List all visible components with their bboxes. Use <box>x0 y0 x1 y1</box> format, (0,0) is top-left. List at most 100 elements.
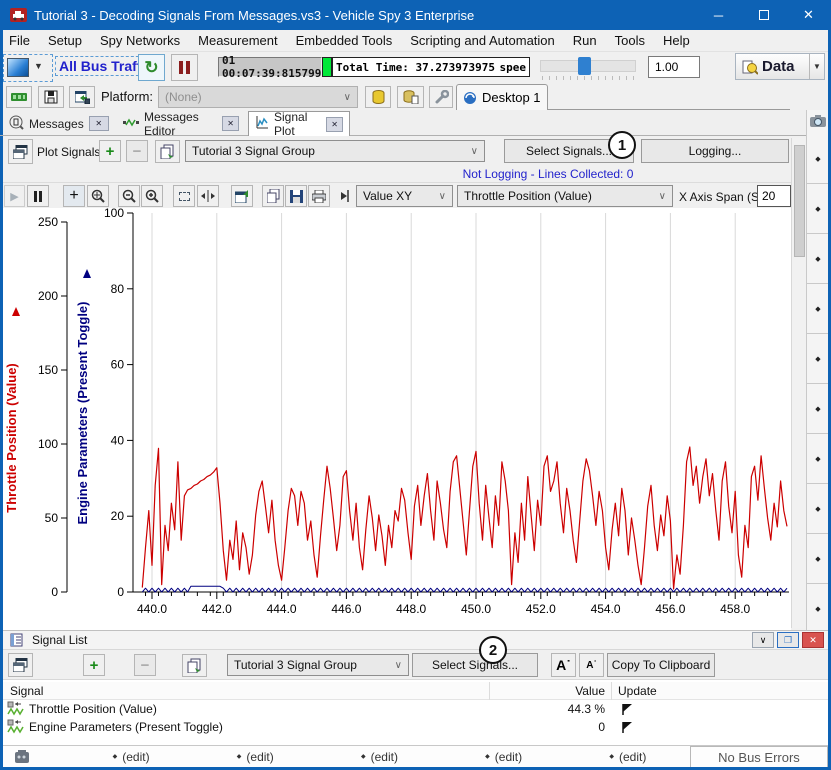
signal-row[interactable]: Throttle Position (Value)44.3 % <box>3 700 828 718</box>
minimize-button[interactable]: ─ <box>696 0 741 30</box>
copy-group-button[interactable] <box>155 140 180 163</box>
menu-item-file[interactable]: File <box>0 30 39 51</box>
update-flag-icon[interactable] <box>620 702 633 719</box>
add-plot-button[interactable]: + <box>99 140 121 162</box>
menu-item-spy-networks[interactable]: Spy Networks <box>91 30 189 51</box>
menu-item-help[interactable]: Help <box>654 30 699 51</box>
marker-button[interactable] <box>337 189 351 207</box>
database-button[interactable] <box>365 86 391 108</box>
copy-group-button[interactable] <box>182 654 207 677</box>
column-header-update[interactable]: Update <box>618 684 657 698</box>
cursor-crosshair-button[interactable]: + <box>63 185 85 207</box>
pause-button[interactable] <box>171 54 198 81</box>
dock-panel-handle[interactable]: ◆ <box>807 534 829 584</box>
list-group-select[interactable]: Tutorial 3 Signal Group ∨ <box>227 654 409 676</box>
hardware-button[interactable] <box>6 86 32 108</box>
menu-item-measurement[interactable]: Measurement <box>189 30 286 51</box>
zoom-select-button[interactable] <box>87 185 109 207</box>
column-header-value[interactable]: Value <box>489 684 605 698</box>
list-windows-button[interactable] <box>8 653 33 677</box>
menu-item-run[interactable]: Run <box>564 30 606 51</box>
svg-text:448.0: 448.0 <box>396 602 426 616</box>
status-edit-item[interactable]: ◆(edit) <box>485 750 522 764</box>
plot-mode-select[interactable]: Value XY ∨ <box>356 185 453 207</box>
menu-item-embedded-tools[interactable]: Embedded Tools <box>287 30 402 51</box>
status-edit-item[interactable]: ◆(edit) <box>113 750 150 764</box>
plot-properties-button[interactable] <box>231 185 253 207</box>
bus-mode-icon <box>7 58 29 77</box>
plot-signal-select[interactable]: Throttle Position (Value) ∨ <box>457 185 673 207</box>
column-divider <box>611 682 612 700</box>
menu-item-scripting-and-automation[interactable]: Scripting and Automation <box>401 30 564 51</box>
copy-plot-button[interactable] <box>262 185 284 207</box>
signal-row[interactable]: Engine Parameters (Present Toggle)0 <box>3 718 828 736</box>
status-edit-item[interactable]: ◆(edit) <box>237 750 274 764</box>
zoom-in-button[interactable] <box>141 185 163 207</box>
tab-messages-editor[interactable]: Messages Editor✕ <box>117 112 245 135</box>
logging-button[interactable]: Logging... <box>641 139 789 163</box>
tab-messages[interactable]: Messages✕ <box>3 112 115 135</box>
zoom-out-button[interactable] <box>118 185 140 207</box>
platform-select[interactable]: (None) ∨ <box>158 86 358 108</box>
refresh-button[interactable]: ↻ <box>138 54 165 81</box>
select-signals-button[interactable]: Select Signals... <box>412 653 538 677</box>
plot-group-select[interactable]: Tutorial 3 Signal Group ∨ <box>185 140 485 162</box>
dock-panel-handle[interactable]: ◆ <box>807 284 829 334</box>
x-axis-span-input[interactable] <box>757 185 791 207</box>
panel-close-button[interactable]: ✕ <box>802 632 824 648</box>
print-plot-button[interactable] <box>308 185 330 207</box>
dock-panel-handle[interactable]: ◆ <box>807 234 829 284</box>
region-select-button[interactable] <box>173 185 195 207</box>
tab-signal-plot[interactable]: Signal Plot✕ <box>248 111 350 136</box>
remove-signal-button[interactable]: − <box>134 654 156 676</box>
pause-plot-button[interactable] <box>27 185 49 207</box>
tools-button[interactable] <box>429 86 453 108</box>
data-dropdown-caret[interactable]: ▼ <box>809 54 824 79</box>
update-flag-icon[interactable] <box>620 720 633 737</box>
panel-restore-button[interactable]: ❐ <box>777 632 799 648</box>
status-edit-item[interactable]: ◆(edit) <box>361 750 398 764</box>
plot-windows-button[interactable] <box>8 139 33 164</box>
svg-text:444.0: 444.0 <box>267 602 297 616</box>
tab-close-icon[interactable]: ✕ <box>326 117 343 132</box>
status-edit-item[interactable]: ◆(edit) <box>609 750 646 764</box>
bus-mode-button[interactable]: ▼ <box>4 55 52 81</box>
panel-dropdown-button[interactable]: ∨ <box>752 632 774 648</box>
plot-vertical-scrollbar[interactable] <box>791 138 806 628</box>
font-decrease-button[interactable]: A˙ <box>579 653 604 677</box>
play-plot-button[interactable]: ▶ <box>4 185 25 207</box>
platform-setup-button[interactable] <box>69 86 95 108</box>
dock-panel-handle[interactable]: ◆ <box>807 334 829 384</box>
svg-text:Engine Parameters (Present Tog: Engine Parameters (Present Toggle) <box>75 302 90 525</box>
font-increase-button[interactable]: A˙ <box>551 653 576 677</box>
add-signal-button[interactable]: + <box>83 654 105 676</box>
column-header-signal[interactable]: Signal <box>10 684 43 698</box>
copy-to-clipboard-button[interactable]: Copy To Clipboard <box>607 653 715 677</box>
data-button[interactable]: Data ▼ <box>735 53 825 80</box>
bus-mode-label[interactable]: All Bus Traffi <box>56 57 148 75</box>
dock-panel-handle[interactable]: ◆ <box>807 184 829 234</box>
save-plot-button[interactable] <box>285 185 307 207</box>
save-setup-button[interactable] <box>38 86 64 108</box>
desktop-tab[interactable]: Desktop 1 <box>456 84 548 110</box>
dock-panel-handle[interactable]: ◆ <box>807 484 829 534</box>
remove-plot-button[interactable]: − <box>126 140 148 162</box>
speed-slider-thumb[interactable] <box>578 57 591 75</box>
database-copy-icon <box>403 90 419 104</box>
menu-item-tools[interactable]: Tools <box>606 30 654 51</box>
dock-panel-handle[interactable]: ◆ <box>807 384 829 434</box>
plot-signal-value: Throttle Position (Value) <box>464 189 592 203</box>
maximize-button[interactable] <box>741 0 786 30</box>
close-button[interactable]: ✕ <box>786 0 831 30</box>
dock-panel-handle[interactable]: ◆ <box>807 434 829 484</box>
scrollbar-thumb[interactable] <box>794 145 805 257</box>
signal-plot-chart[interactable]: 440.0442.0444.0446.0448.0450.0452.0454.0… <box>3 208 791 630</box>
database-copy-button[interactable] <box>397 86 424 108</box>
speed-input[interactable] <box>648 56 700 78</box>
tab-close-icon[interactable]: ✕ <box>89 116 109 131</box>
fit-x-button[interactable] <box>197 185 219 207</box>
dock-panel-handle[interactable]: ◆ <box>807 584 829 634</box>
menu-item-setup[interactable]: Setup <box>39 30 91 51</box>
dock-panel-handle[interactable]: ◆ <box>807 134 829 184</box>
tab-close-icon[interactable]: ✕ <box>222 116 239 131</box>
